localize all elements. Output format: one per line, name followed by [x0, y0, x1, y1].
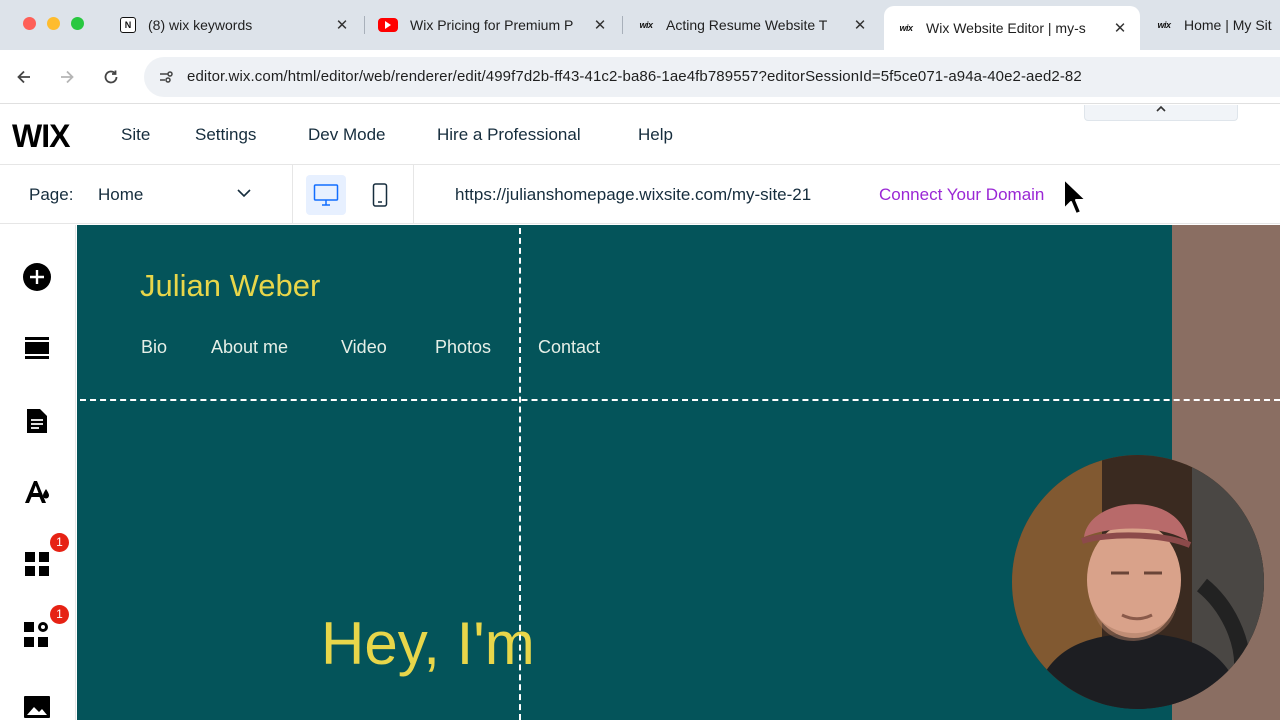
media-button[interactable] [21, 691, 53, 723]
address-bar[interactable]: editor.wix.com/html/editor/web/renderer/… [144, 57, 1280, 97]
site-nav-photos[interactable]: Photos [435, 337, 491, 358]
presenter-video [1012, 455, 1264, 709]
arrow-left-icon [17, 70, 30, 84]
browser-tab-strip: N (8) wix keywords ✕ Wix Pricing for Pre… [0, 0, 1280, 50]
add-elements-button[interactable] [21, 261, 53, 293]
reload-button[interactable] [98, 64, 124, 90]
business-tools-button[interactable] [21, 619, 53, 651]
divider [413, 165, 414, 224]
design-icon [25, 481, 49, 503]
business-tools-icon [24, 622, 48, 647]
window-zoom-button[interactable] [71, 17, 84, 30]
browser-tab-acting-resume[interactable]: wix Acting Resume Website T ✕ [624, 8, 880, 42]
apps-icon [25, 552, 49, 576]
chevron-up-icon [1156, 105, 1166, 112]
webcam-overlay [1012, 455, 1264, 709]
pages-button[interactable] [21, 405, 53, 437]
back-button[interactable] [11, 64, 37, 90]
page-select[interactable]: Home [98, 185, 143, 205]
wix-icon: wix [1157, 20, 1171, 30]
wix-icon: wix [899, 23, 913, 33]
layout-guide-vertical [519, 228, 521, 720]
tab-title: Acting Resume Website T [666, 17, 828, 33]
reload-icon [104, 70, 118, 84]
tab-title: Home | My Sit [1184, 17, 1272, 33]
browser-tab-wix-editor[interactable]: wix Wix Website Editor | my-s ✕ [884, 6, 1140, 50]
mobile-icon [372, 183, 388, 207]
notion-icon: N [120, 17, 136, 33]
url-text[interactable]: editor.wix.com/html/editor/web/renderer/… [187, 68, 1082, 85]
sections-icon [25, 337, 49, 359]
notification-badge: 1 [50, 533, 69, 552]
layout-guide-horizontal [80, 399, 1280, 401]
menu-settings[interactable]: Settings [195, 125, 256, 145]
wix-icon: wix [639, 20, 653, 30]
tab-title: (8) wix keywords [148, 17, 253, 33]
window-close-button[interactable] [23, 17, 36, 30]
desktop-icon [313, 184, 339, 206]
site-url[interactable]: https://julianshomepage.wixsite.com/my-s… [455, 185, 811, 205]
site-info-icon[interactable] [154, 65, 178, 89]
desktop-view-button[interactable] [306, 175, 346, 215]
menu-site[interactable]: Site [121, 125, 150, 145]
media-icon [24, 696, 50, 718]
site-nav-video[interactable]: Video [341, 337, 387, 358]
tab-title: Wix Website Editor | my-s [926, 20, 1086, 36]
arrow-right-icon [61, 70, 74, 84]
wix-logo[interactable]: WIX [12, 118, 70, 155]
wix-top-bar: WIX Site Settings Dev Mode Hire a Profes… [0, 105, 1280, 165]
page-label: Page: [29, 185, 74, 204]
browser-tab-wix-pricing[interactable]: Wix Pricing for Premium P ✕ [364, 8, 620, 42]
notification-badge: 1 [50, 605, 69, 624]
youtube-icon [378, 18, 398, 32]
mouse-cursor-icon [1063, 178, 1087, 215]
menu-dev-mode[interactable]: Dev Mode [308, 125, 385, 145]
menu-hire-a-professional[interactable]: Hire a Professional [437, 125, 581, 145]
site-nav-bio[interactable]: Bio [141, 337, 167, 358]
close-tab-icon[interactable]: ✕ [334, 16, 350, 34]
forward-button[interactable] [54, 64, 80, 90]
pages-icon [27, 409, 47, 433]
collapse-toolbar-button[interactable] [1084, 105, 1238, 121]
sections-button[interactable] [21, 332, 53, 364]
mobile-view-button[interactable] [365, 175, 395, 215]
browser-tab-wix-keywords[interactable]: N (8) wix keywords ✕ [106, 8, 362, 42]
close-tab-icon[interactable]: ✕ [1112, 19, 1128, 37]
hero-heading[interactable]: Hey, I'm [321, 609, 535, 678]
design-button[interactable] [21, 476, 53, 508]
add-icon [23, 263, 51, 291]
site-nav-about[interactable]: About me [211, 337, 288, 358]
menu-help[interactable]: Help [638, 125, 673, 145]
left-toolbar: 1 1 [0, 225, 76, 720]
window-minimize-button[interactable] [47, 17, 60, 30]
add-apps-button[interactable] [21, 548, 53, 580]
tab-title: Wix Pricing for Premium P [410, 17, 574, 33]
site-nav-contact[interactable]: Contact [538, 337, 600, 358]
browser-toolbar: editor.wix.com/html/editor/web/renderer/… [0, 50, 1280, 104]
connect-domain-link[interactable]: Connect Your Domain [879, 185, 1044, 205]
close-tab-icon[interactable]: ✕ [852, 16, 868, 34]
tab-divider [622, 16, 623, 34]
chevron-down-icon[interactable] [234, 183, 254, 203]
browser-tab-home[interactable]: wix Home | My Sit [1142, 8, 1280, 42]
site-title[interactable]: Julian Weber [140, 268, 320, 304]
editor-canvas[interactable]: Julian Weber Bio About me Video Photos C… [77, 225, 1172, 720]
close-tab-icon[interactable]: ✕ [592, 16, 608, 34]
divider [292, 165, 293, 224]
